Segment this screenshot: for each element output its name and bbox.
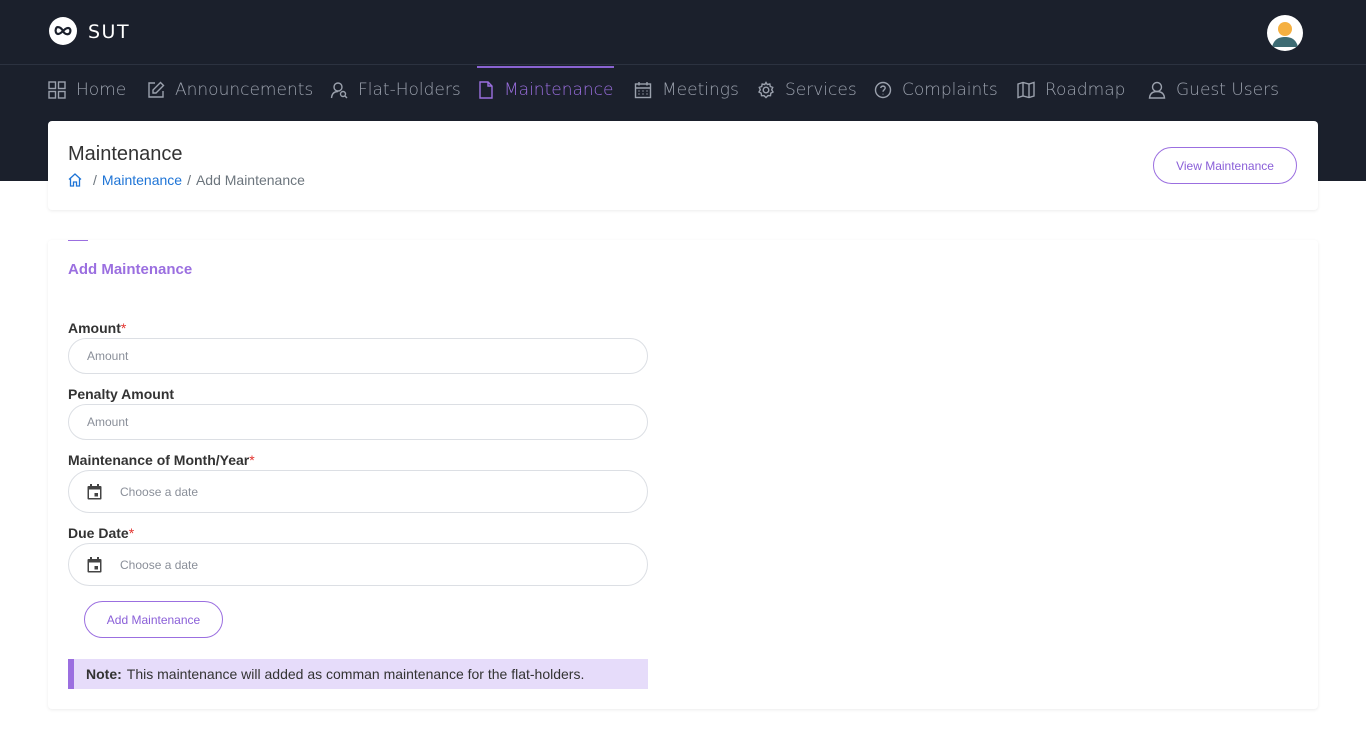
nav-label-services: Services (785, 80, 857, 100)
month-year-date-picker[interactable]: Choose a date (68, 470, 648, 513)
due-date-label-text: Due Date (68, 525, 129, 541)
amount-label-text: Amount (68, 320, 121, 336)
breadcrumb-separator: / (187, 172, 191, 188)
nav-item-guest-users[interactable]: Guest Users (1148, 66, 1279, 114)
note-prefix: Note: (86, 666, 122, 682)
breadcrumb-separator: / (93, 172, 97, 188)
due-date-label: Due Date* (68, 525, 134, 541)
grid-icon (48, 81, 66, 99)
nav-label-announcements: Announcements (175, 80, 314, 100)
gear-icon (758, 81, 774, 99)
nav-item-flat-holders[interactable]: Flat-Holders (330, 66, 461, 114)
note-banner: Note: This maintenance will added as com… (68, 659, 648, 689)
calendar-icon (634, 82, 652, 99)
due-date-picker[interactable]: Choose a date (68, 543, 648, 586)
required-marker: * (249, 452, 255, 468)
nav-item-complaints[interactable]: Complaints (874, 66, 998, 114)
page-header-card: Maintenance / Maintenance / Add Maintena… (48, 121, 1318, 210)
calendar-icon[interactable] (87, 483, 102, 500)
user-avatar[interactable] (1267, 15, 1303, 51)
help-circle-icon (874, 81, 892, 99)
nav-label-roadmap: Roadmap (1045, 80, 1126, 100)
nav-label-maintenance: Maintenance (504, 80, 614, 100)
nav-item-services[interactable]: Services (757, 66, 857, 114)
add-maintenance-button[interactable]: Add Maintenance (84, 601, 223, 638)
home-icon[interactable] (68, 173, 82, 187)
map-icon (1017, 81, 1035, 99)
month-year-label: Maintenance of Month/Year* (68, 452, 255, 468)
form-title: Add Maintenance (68, 261, 193, 278)
top-bar: SUT (0, 0, 1366, 65)
required-marker: * (128, 525, 135, 541)
main-nav: Home Announcements Flat-Holders Maintena… (0, 66, 1366, 114)
penalty-amount-input[interactable] (68, 404, 648, 440)
due-date-placeholder: Choose a date (120, 557, 199, 572)
month-year-placeholder: Choose a date (120, 484, 199, 499)
add-maintenance-form: Add Maintenance Amount* Penalty Amount M… (48, 240, 1318, 709)
user-search-icon (330, 82, 348, 99)
nav-item-maintenance[interactable]: Maintenance (476, 66, 615, 114)
nav-label-complaints: Complaints (902, 80, 998, 100)
nav-item-meetings[interactable]: Meetings (634, 66, 739, 114)
breadcrumb-link-maintenance[interactable]: Maintenance (102, 172, 182, 188)
brand-name[interactable]: SUT (88, 21, 130, 43)
page-title: Maintenance (68, 143, 183, 165)
calendar-icon[interactable] (87, 556, 102, 573)
view-maintenance-button[interactable]: View Maintenance (1153, 147, 1297, 184)
file-icon (479, 81, 493, 99)
penalty-amount-label: Penalty Amount (68, 386, 175, 402)
nav-label-guest-users: Guest Users (1176, 80, 1279, 100)
month-year-label-text: Maintenance of Month/Year (68, 452, 250, 468)
breadcrumb-current: Add Maintenance (195, 172, 305, 188)
amount-input[interactable] (68, 338, 648, 374)
edit-icon (148, 81, 165, 98)
nav-item-home[interactable]: Home (48, 66, 126, 114)
nav-label-flat-holders: Flat-Holders (358, 80, 461, 100)
nav-item-announcements[interactable]: Announcements (147, 66, 313, 114)
amount-label: Amount* (68, 320, 126, 336)
infinity-logo-icon[interactable] (49, 17, 77, 45)
required-marker: * (120, 320, 127, 336)
breadcrumb: / Maintenance / Add Maintenance (68, 172, 305, 188)
note-text: This maintenance will added as comman ma… (126, 666, 585, 682)
nav-label-meetings: Meetings (662, 80, 739, 100)
nav-label-home: Home (76, 80, 127, 100)
nav-item-roadmap[interactable]: Roadmap (1017, 66, 1125, 114)
accent-divider (68, 240, 88, 241)
user-icon (1148, 81, 1166, 99)
